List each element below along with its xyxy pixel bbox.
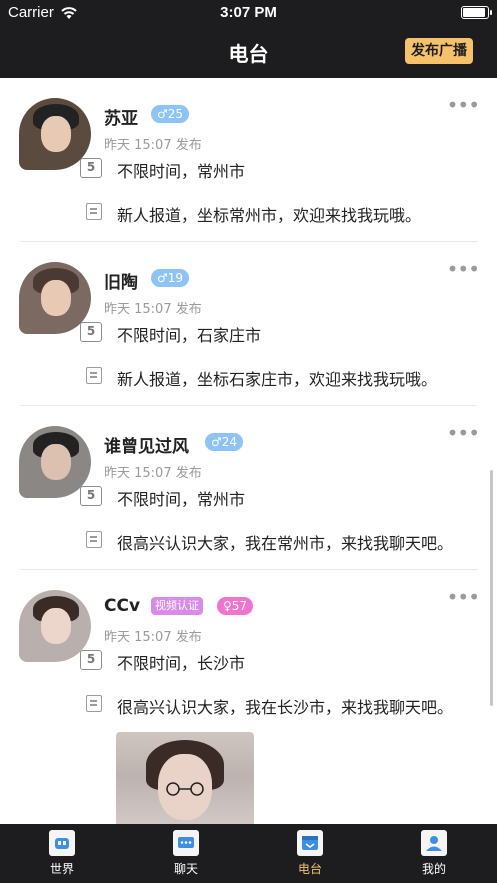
battery-icon — [461, 6, 492, 19]
gender-age-badge: ♂25 — [151, 105, 190, 123]
status-time: 3:07 PM — [220, 4, 277, 21]
broadcast-feed[interactable]: 5 苏亚 ♂25 ••• 昨天 15:07 发布 不限时间，常州市 新人报道，坐… — [0, 78, 497, 824]
tab-world[interactable]: 世界 — [32, 830, 92, 877]
calendar-icon: 5 — [80, 158, 102, 178]
calendar-icon: 5 — [80, 486, 102, 506]
user-name[interactable]: 谁曾见过风 — [104, 432, 189, 457]
message-icon — [86, 367, 102, 384]
top-bar: Carrier 3:07 PM 电台 发布广播 — [0, 0, 497, 78]
chat-icon — [173, 830, 199, 856]
post-message: 新人报道，坐标石家庄市，欢迎来找我玩哦。 — [117, 370, 438, 389]
calendar-icon: 5 — [80, 322, 102, 342]
more-options-icon[interactable]: ••• — [447, 423, 480, 443]
more-options-icon[interactable]: ••• — [447, 587, 480, 607]
gender-age-badge: ♂19 — [151, 269, 190, 287]
tab-label: 电台 — [297, 862, 322, 876]
user-name[interactable]: 苏亚 — [104, 104, 138, 129]
broadcast-post: 5 苏亚 ♂25 ••• 昨天 15:07 发布 不限时间，常州市 新人报道，坐… — [0, 78, 497, 242]
tab-me[interactable]: 我的 — [404, 830, 464, 877]
scrollbar[interactable] — [490, 470, 493, 706]
message-icon — [86, 695, 102, 712]
video-verified-badge: 视频认证 — [151, 597, 203, 615]
post-location: 不限时间，长沙市 — [117, 654, 246, 673]
post-location: 不限时间，常州市 — [117, 162, 246, 181]
post-message: 很高兴认识大家，我在常州市，来找我聊天吧。 — [117, 534, 454, 553]
post-time: 昨天 15:07 发布 — [104, 302, 202, 317]
user-name[interactable]: CCv — [104, 596, 140, 616]
message-icon — [86, 203, 102, 220]
post-location: 不限时间，常州市 — [117, 490, 246, 509]
more-options-icon[interactable]: ••• — [447, 95, 480, 115]
post-time: 昨天 15:07 发布 — [104, 138, 202, 153]
post-time: 昨天 15:07 发布 — [104, 466, 202, 481]
status-bar: Carrier 3:07 PM — [0, 4, 497, 22]
radio-icon — [297, 830, 323, 856]
tab-label: 聊天 — [173, 862, 198, 876]
user-name[interactable]: 旧陶 — [104, 268, 138, 293]
post-time: 昨天 15:07 发布 — [104, 630, 202, 645]
gender-age-badge: ♀57 — [217, 597, 254, 615]
profile-icon — [421, 830, 447, 856]
post-message: 很高兴认识大家，我在长沙市，来找我聊天吧。 — [117, 698, 454, 717]
radio-screen: Carrier 3:07 PM 电台 发布广播 5 苏亚 ♂25 ••• 昨天 … — [0, 0, 497, 883]
publish-broadcast-button[interactable]: 发布广播 — [405, 38, 473, 64]
post-message: 新人报道，坐标常州市，欢迎来找我玩哦。 — [117, 206, 422, 225]
tab-label: 我的 — [421, 862, 446, 876]
tab-radio[interactable]: 电台 — [280, 830, 340, 877]
world-icon — [49, 830, 75, 856]
tab-chat[interactable]: 聊天 — [156, 830, 216, 877]
calendar-icon: 5 — [80, 650, 102, 670]
more-options-icon[interactable]: ••• — [447, 259, 480, 279]
message-icon — [86, 531, 102, 548]
post-photo[interactable] — [116, 732, 254, 824]
post-location: 不限时间，石家庄市 — [117, 326, 262, 345]
broadcast-post: 5 谁曾见过风 ♂24 ••• 昨天 15:07 发布 不限时间，常州市 很高兴… — [0, 406, 497, 570]
broadcast-post: 5 旧陶 ♂19 ••• 昨天 15:07 发布 不限时间，石家庄市 新人报道，… — [0, 242, 497, 406]
tab-label: 世界 — [49, 862, 74, 876]
tab-bar: 世界 聊天 电台 我的 — [0, 824, 497, 883]
gender-age-badge: ♂24 — [205, 433, 244, 451]
